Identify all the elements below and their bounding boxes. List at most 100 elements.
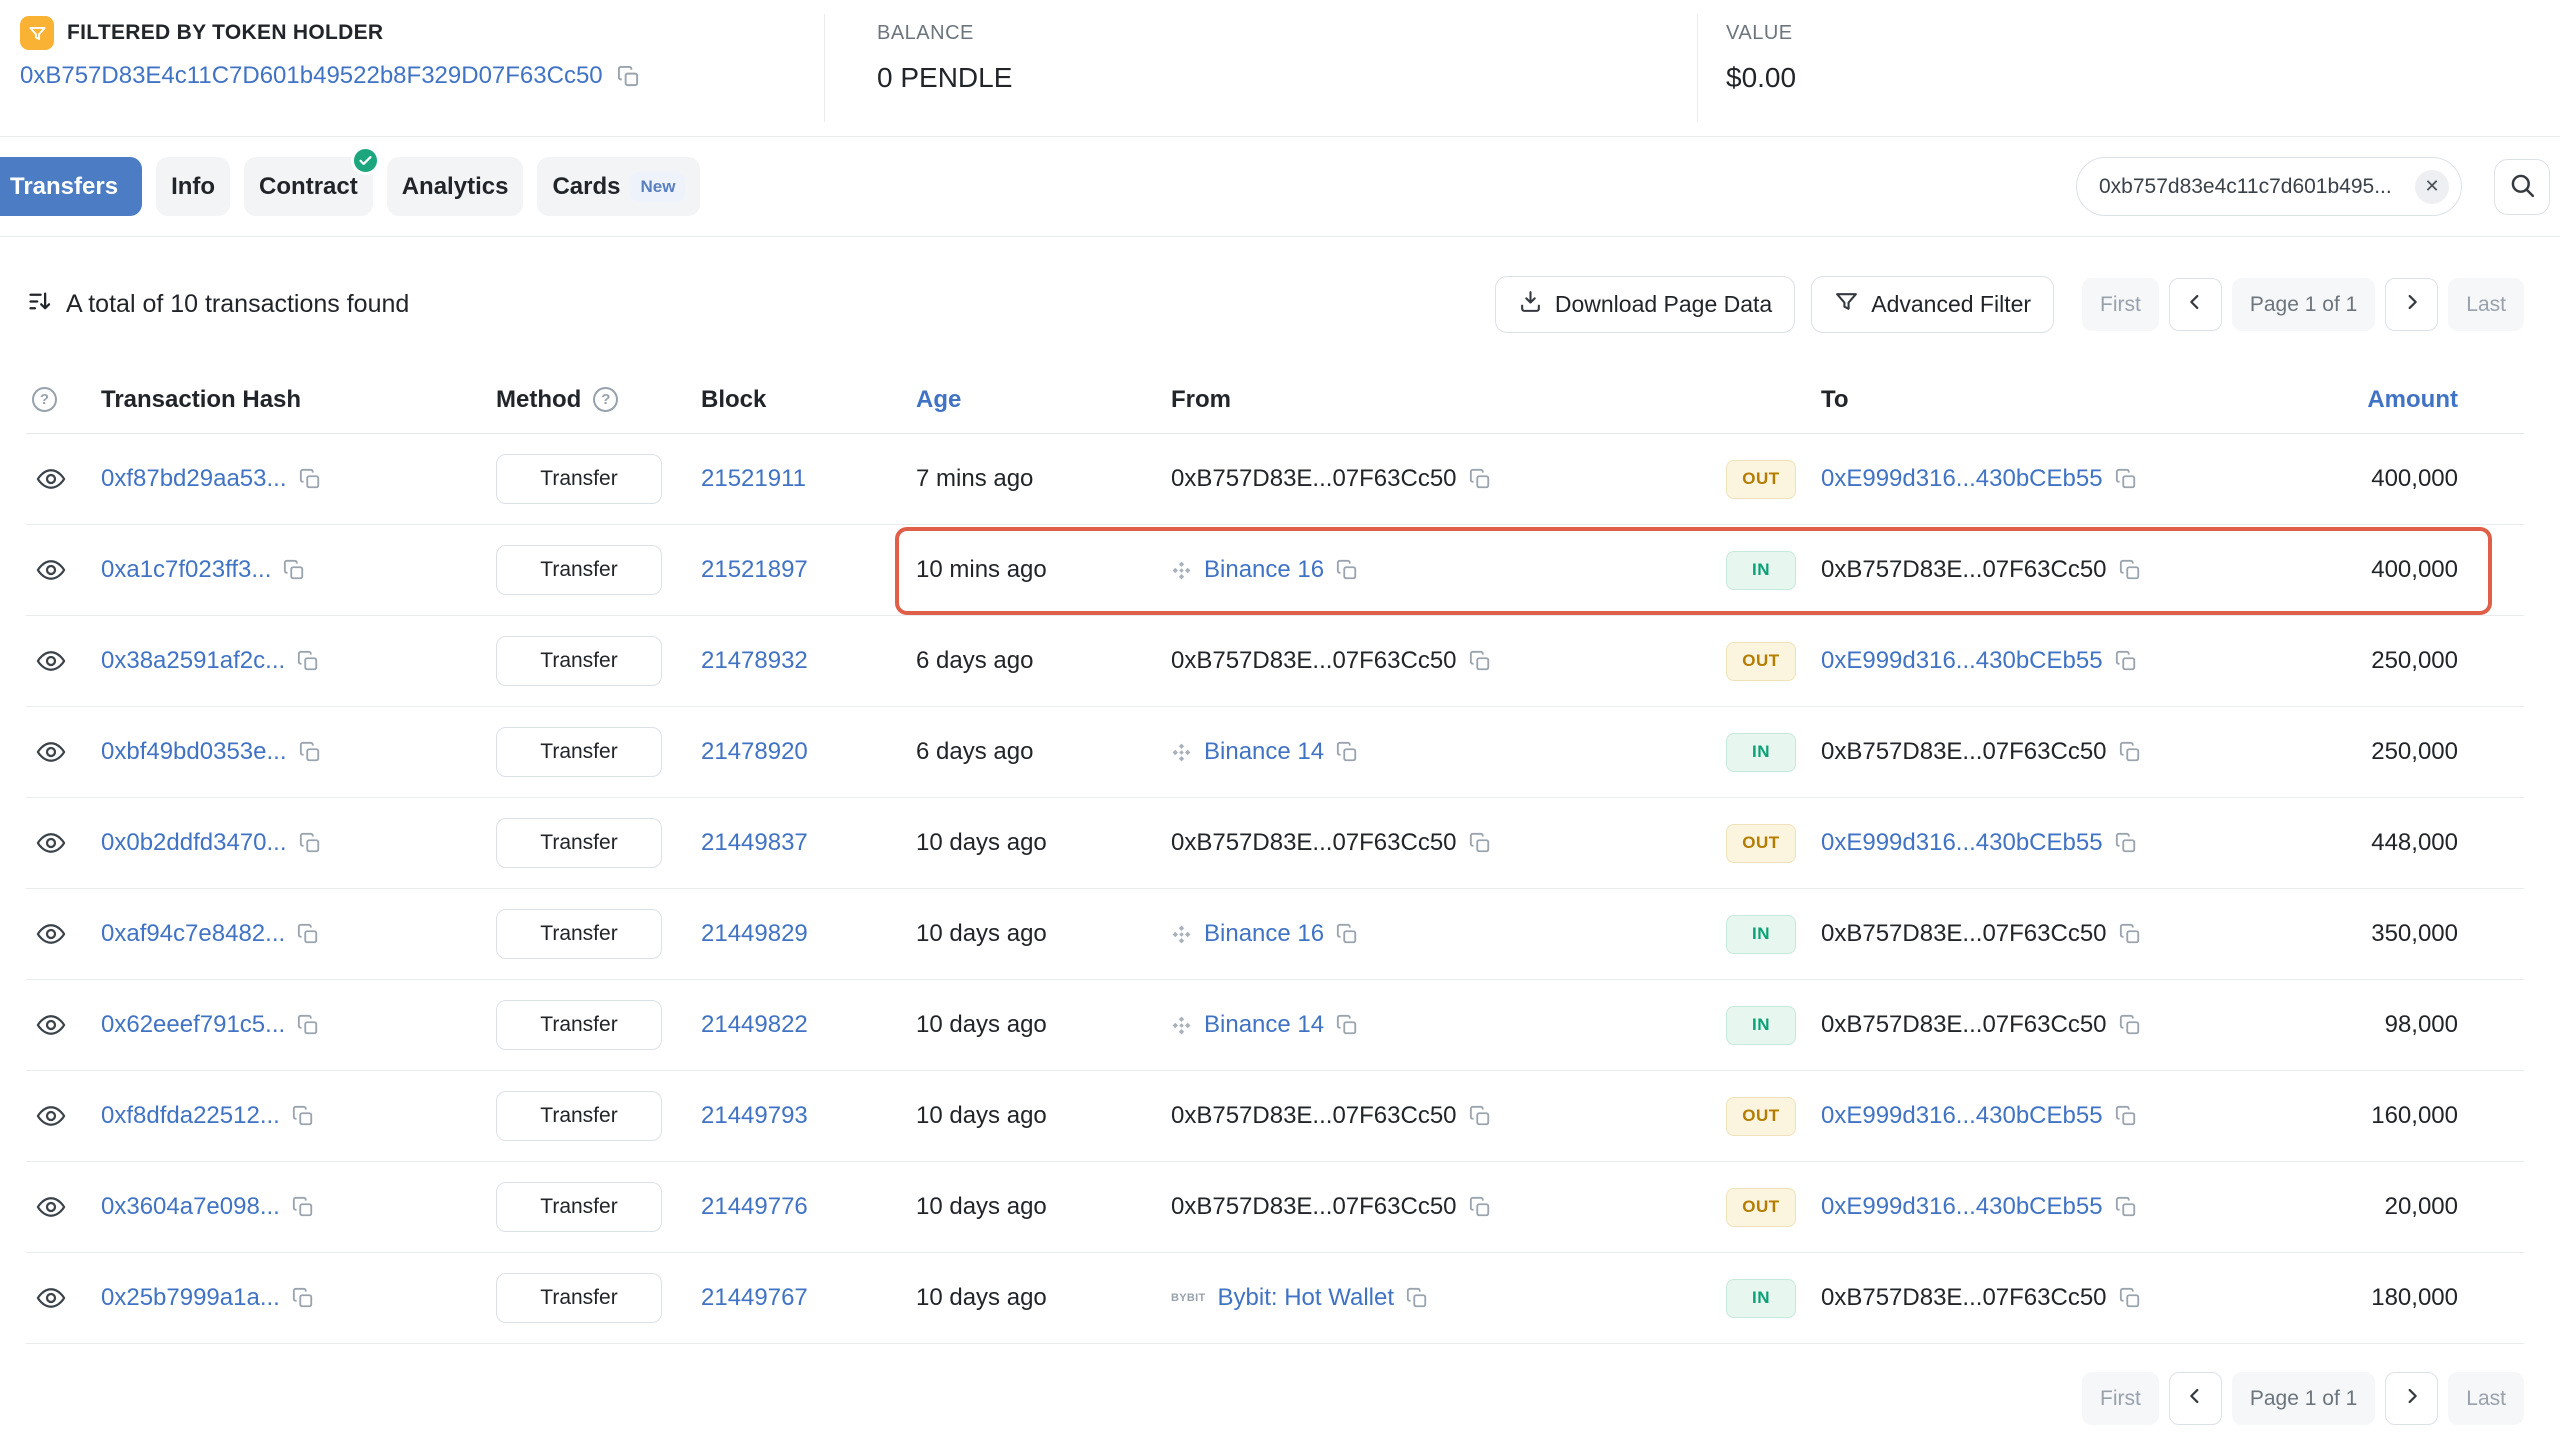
copy-icon[interactable] [1336,1014,1358,1036]
block-link[interactable]: 21449837 [701,829,808,857]
block-link[interactable]: 21449767 [701,1284,808,1312]
amount-header-toggle[interactable]: Amount [2367,386,2458,414]
to-link[interactable]: 0xE999d316...430bCEb55 [1821,829,2103,857]
to-link[interactable]: 0xE999d316...430bCEb55 [1821,1193,2103,1221]
to-link[interactable]: 0xE999d316...430bCEb55 [1821,647,2103,675]
pagination-last-button[interactable]: Last [2448,278,2524,331]
direction-badge: OUT [1726,1097,1796,1136]
copy-icon[interactable] [2115,650,2137,672]
amount-text: 448,000 [2371,829,2458,857]
preview-eye-button[interactable] [32,551,70,589]
preview-eye-button[interactable] [32,824,70,862]
tab-analytics[interactable]: Analytics [387,157,524,216]
copy-icon[interactable] [2115,1105,2137,1127]
preview-eye-button[interactable] [32,1188,70,1226]
search-filter-pill[interactable]: 0xb757d83e4c11c7d601b495... ✕ [2076,157,2462,216]
tx-hash-link[interactable]: 0xa1c7f023ff3... [101,556,271,584]
copy-icon[interactable] [1469,468,1491,490]
block-link[interactable]: 21449776 [701,1193,808,1221]
preview-eye-button[interactable] [32,460,70,498]
block-link[interactable]: 21521911 [701,465,806,493]
copy-icon[interactable] [617,65,640,88]
pagination-bottom: First Page 1 of 1 Last [2082,1372,2524,1425]
copy-icon[interactable] [2115,1196,2137,1218]
from-link[interactable]: Binance 14 [1204,1011,1324,1039]
tx-hash-link[interactable]: 0x38a2591af2c... [101,647,285,675]
block-link[interactable]: 21521897 [701,556,808,584]
block-link[interactable]: 21478932 [701,647,808,675]
tx-hash-link[interactable]: 0xf8dfda22512... [101,1102,280,1130]
pagination-prev-button[interactable] [2169,1372,2222,1425]
copy-icon[interactable] [1469,832,1491,854]
pagination-first-button[interactable]: First [2082,1372,2159,1425]
copy-icon[interactable] [1406,1287,1428,1309]
to-link[interactable]: 0xE999d316...430bCEb55 [1821,465,2103,493]
preview-eye-button[interactable] [32,915,70,953]
help-icon[interactable]: ? [593,387,618,412]
pagination-first-button[interactable]: First [2082,278,2159,331]
search-button[interactable] [2494,159,2550,215]
tab-contract[interactable]: Contract [244,157,373,216]
copy-icon[interactable] [283,559,305,581]
copy-icon[interactable] [297,1014,319,1036]
copy-icon[interactable] [2119,1014,2141,1036]
copy-icon[interactable] [299,832,321,854]
copy-icon[interactable] [297,650,319,672]
tx-hash-link[interactable]: 0xf87bd29aa53... [101,465,287,493]
pagination-next-button[interactable] [2385,278,2438,331]
help-icon[interactable]: ? [32,387,57,412]
tx-hash-link[interactable]: 0x0b2ddfd3470... [101,829,287,857]
block-link[interactable]: 21449793 [701,1102,808,1130]
copy-icon[interactable] [297,923,319,945]
copy-icon[interactable] [1336,923,1358,945]
copy-icon[interactable] [1469,650,1491,672]
tx-hash-link[interactable]: 0xaf94c7e8482... [101,920,285,948]
copy-icon[interactable] [292,1196,314,1218]
search-icon [2509,172,2536,202]
tx-hash-link[interactable]: 0x62eeef791c5... [101,1011,285,1039]
amount-text: 400,000 [2371,556,2458,584]
advanced-filter-button[interactable]: Advanced Filter [1811,276,2054,333]
pagination-prev-button[interactable] [2169,278,2222,331]
from-link[interactable]: Bybit: Hot Wallet [1218,1284,1395,1312]
pagination-next-button[interactable] [2385,1372,2438,1425]
tx-hash-link[interactable]: 0xbf49bd0353e... [101,738,287,766]
block-link[interactable]: 21478920 [701,738,808,766]
copy-icon[interactable] [2119,923,2141,945]
copy-icon[interactable] [1469,1105,1491,1127]
block-link[interactable]: 21449822 [701,1011,808,1039]
preview-eye-button[interactable] [32,642,70,680]
age-header-toggle[interactable]: Age [916,386,961,414]
copy-icon[interactable] [1469,1196,1491,1218]
preview-eye-button[interactable] [32,1279,70,1317]
tab-transfers[interactable]: Transfers [0,157,142,216]
copy-icon[interactable] [2119,741,2141,763]
holder-address-link[interactable]: 0xB757D83E4c11C7D601b49522b8F329D07F63Cc… [20,62,603,90]
preview-eye-button[interactable] [32,1006,70,1044]
copy-icon[interactable] [2115,832,2137,854]
tx-hash-link[interactable]: 0x3604a7e098... [101,1193,280,1221]
filter-token-icon [20,16,54,50]
tab-info[interactable]: Info [156,157,230,216]
copy-icon[interactable] [299,468,321,490]
preview-eye-button[interactable] [32,733,70,771]
copy-icon[interactable] [292,1105,314,1127]
from-link[interactable]: Binance 16 [1204,920,1324,948]
copy-icon[interactable] [1336,559,1358,581]
download-page-data-button[interactable]: Download Page Data [1495,276,1795,333]
tx-hash-link[interactable]: 0x25b7999a1a... [101,1284,280,1312]
from-link[interactable]: Binance 14 [1204,738,1324,766]
copy-icon[interactable] [2115,468,2137,490]
clear-filter-button[interactable]: ✕ [2415,170,2449,204]
copy-icon[interactable] [292,1287,314,1309]
copy-icon[interactable] [2119,1287,2141,1309]
to-link[interactable]: 0xE999d316...430bCEb55 [1821,1102,2103,1130]
preview-eye-button[interactable] [32,1097,70,1135]
copy-icon[interactable] [2119,559,2141,581]
copy-icon[interactable] [1336,741,1358,763]
from-link[interactable]: Binance 16 [1204,556,1324,584]
tab-cards[interactable]: Cards New [537,157,700,216]
copy-icon[interactable] [299,741,321,763]
block-link[interactable]: 21449829 [701,920,808,948]
pagination-last-button[interactable]: Last [2448,1372,2524,1425]
